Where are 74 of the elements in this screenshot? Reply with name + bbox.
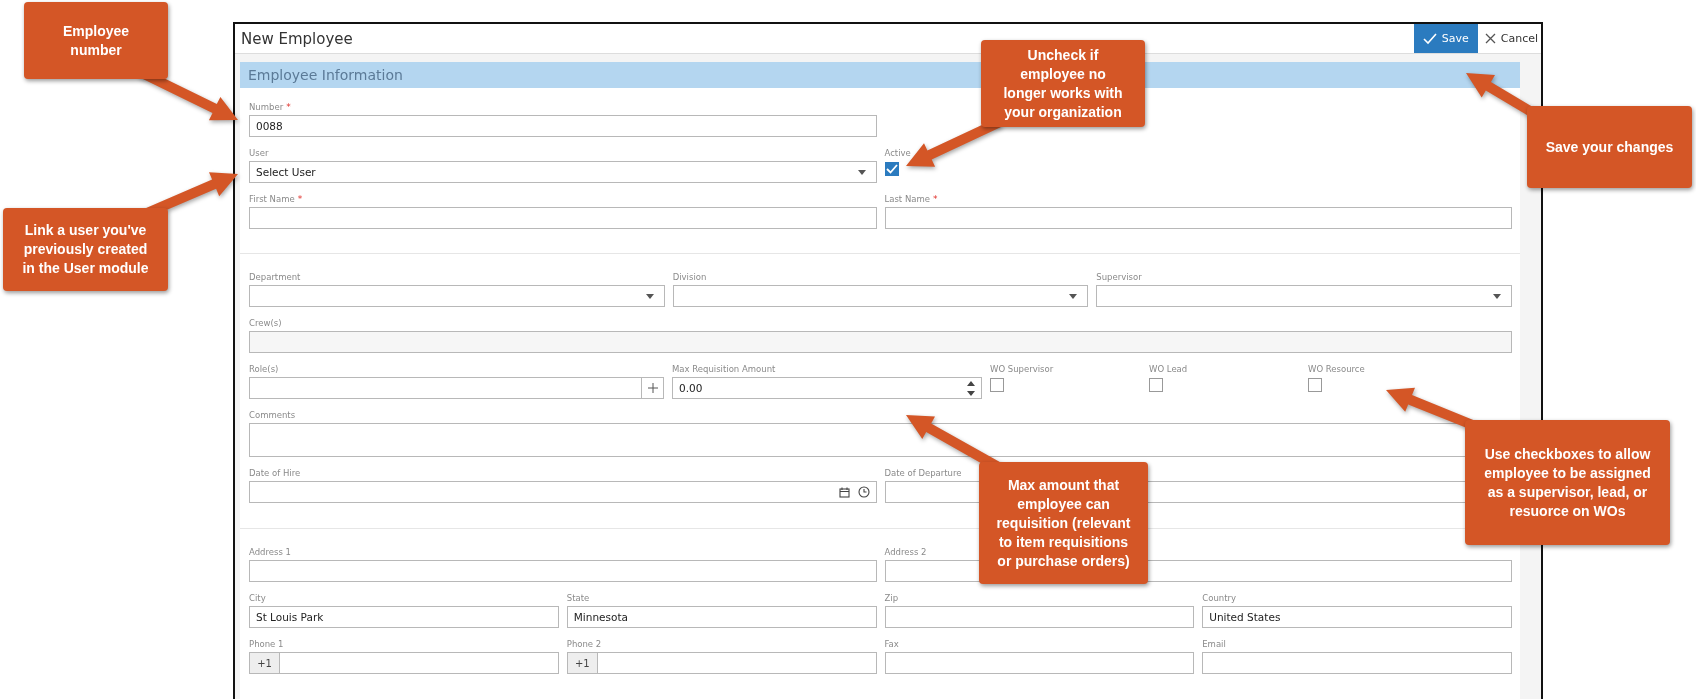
field-label: Country [1202,592,1237,603]
field-label: Department [249,271,301,282]
caret-icon [857,169,866,175]
field-label: User [249,147,269,158]
callout-tooltip: Link a user you've previously created in the User module [3,208,168,291]
field-label: Address 2 [884,546,927,557]
field-label: Last Name [884,193,930,204]
country-code: +1 [566,652,597,674]
field-label: Division [672,271,707,282]
calendar-icon[interactable] [838,486,850,498]
caret-icon [645,293,654,299]
field-label: Fax [884,638,899,649]
number-field[interactable]: 0.00 [672,377,982,399]
field-label: Email [1202,638,1226,649]
field-label: City [249,592,266,603]
input-field[interactable] [249,207,877,229]
field-label: Max Requisition Amount [672,363,776,374]
field-label: Date of Departure [884,467,962,478]
input-field[interactable] [884,606,1195,628]
clock-icon[interactable] [857,486,870,498]
field-label: Role(s) [249,363,279,374]
checkmark-icon [1422,32,1437,45]
field-label: State [566,592,590,603]
field-label: Number [249,101,284,112]
input-field[interactable] [884,652,1195,674]
field-label: WO Supervisor [990,363,1054,374]
required-mark: * [286,101,291,112]
close-icon [1484,33,1496,44]
field-label: Supervisor [1096,271,1142,282]
checkbox[interactable] [990,378,1004,392]
input-field[interactable]: St Louis Park [249,606,559,628]
checkbox[interactable] [884,162,899,176]
input-field[interactable] [596,652,877,674]
input-field[interactable] [249,560,877,582]
window-title: New Employee [240,29,353,48]
field-label: WO Lead [1149,363,1188,374]
input-field[interactable] [249,377,642,399]
dropdown-field[interactable]: Select User [249,161,877,183]
field-label: Zip [884,592,899,603]
field-label: Comments [249,409,296,420]
input-field[interactable]: Minnesota [566,606,877,628]
caret-icon [1493,293,1501,299]
input-field[interactable] [1202,652,1512,674]
field-label: Address 1 [249,546,291,557]
checkbox[interactable] [1308,378,1322,392]
save-button[interactable]: Save [1413,24,1478,53]
callout-tooltip: Use checkboxes to allow employee to be assigned as a supervisor, lead, or resuorce on WOs [1465,420,1670,545]
date-field[interactable] [249,481,877,503]
dropdown-field[interactable] [249,285,665,307]
required-mark: * [933,193,938,204]
field-label: WO Resource [1308,363,1365,374]
field-label: Active [884,147,911,158]
input-field[interactable]: 0088 [249,115,877,137]
add-button[interactable] [642,377,664,399]
field-label: Crew(s) [249,317,282,328]
dropdown-field[interactable] [672,285,1089,307]
field-label: Date of Hire [249,467,301,478]
plus-icon [647,383,658,393]
input-field[interactable] [279,652,559,674]
callout-tooltip: Save your changes [1527,106,1692,188]
spinner-icon [967,379,975,397]
callout-tooltip: Uncheck if employee no longer works with your organization [981,40,1145,127]
input-field[interactable] [884,207,1512,229]
callout-tooltip: Employee number [24,2,168,79]
country-code: +1 [249,652,279,674]
caret-icon [1069,293,1078,299]
required-mark: * [297,193,303,204]
checkbox[interactable] [1149,378,1163,392]
dropdown-field[interactable] [1096,285,1512,307]
callout-tooltip: Max amount that employee can requisition (relevant to item requisitions or purchase orders) [979,462,1148,584]
field-label: First Name [249,193,295,204]
field-label: Phone 2 [566,638,602,649]
input-field[interactable]: United States [1202,606,1512,628]
field-label: Phone 1 [249,638,284,649]
